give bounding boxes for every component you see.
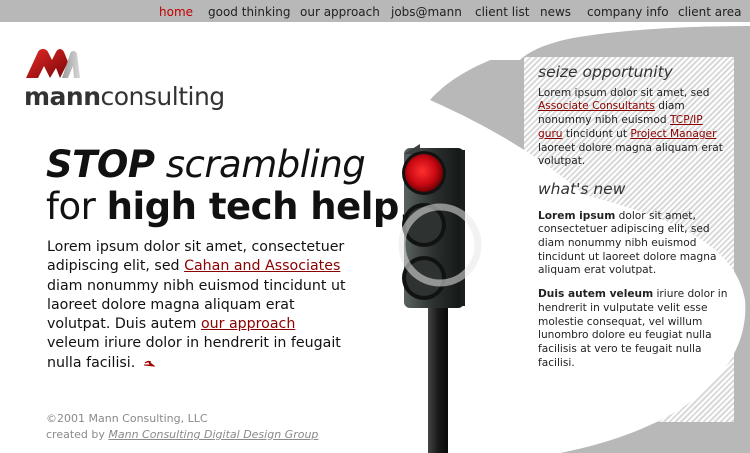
credit-prefix: created by [46, 428, 109, 441]
logo-wordmark[interactable]: mannconsulting [24, 82, 225, 111]
nav-home[interactable]: home [159, 5, 193, 19]
seize-opportunity-text: Lorem ipsum dolor sit amet, sed Associat… [538, 87, 728, 169]
section-title-whats-new: what's new [538, 179, 626, 198]
mann-logo-icon[interactable] [24, 46, 84, 82]
news-item-2-bold: Duis autem veleum [538, 288, 654, 301]
nav-client-area[interactable]: client area [678, 5, 742, 19]
link-cahan-associates[interactable]: Cahan and Associates [184, 258, 340, 274]
news-item-2-text: iriure dolor in hendrerit in vulputate v… [538, 288, 728, 369]
headline-line2: for high tech help. [46, 185, 411, 228]
intro-paragraph: Lorem ipsum dolor sit amet, consectetuer… [47, 238, 352, 373]
nav-our-approach[interactable]: our approach [300, 5, 380, 19]
sidebar: seize opportunity Lorem ipsum dolor sit … [538, 63, 728, 370]
section-title-seize-opportunity: seize opportunity [538, 63, 673, 81]
news-item-1-bold: Lorem ipsum [538, 209, 616, 222]
s1-text-3: tincidunt ut [562, 127, 631, 140]
copyright-text: ©2001 Mann Consulting, LLC [46, 412, 208, 425]
top-navigation: home good thinking our approach jobs@man… [0, 0, 750, 22]
link-our-approach[interactable]: our approach [201, 316, 295, 332]
headline-stop: STOP [46, 143, 155, 186]
news-item-1: Lorem ipsum dolor sit amet, consectetuer… [538, 210, 728, 279]
headline-high-tech-help: high tech help [106, 185, 400, 228]
link-project-manager[interactable]: Project Manager [630, 128, 716, 140]
nav-client-list[interactable]: client list [475, 5, 529, 19]
nav-good-thinking[interactable]: good thinking [208, 5, 291, 19]
logo-text-light: consulting [100, 82, 226, 111]
link-associate-consultants[interactable]: Associate Consultants [538, 100, 655, 112]
traffic-light-image [398, 144, 482, 453]
intro-text-2: diam nonummy nibh euismod tincidunt ut l… [47, 277, 346, 333]
link-design-group[interactable]: Mann Consulting Digital Design Group [108, 428, 318, 441]
headline-scrambling: scrambling [154, 143, 366, 186]
logo-text-bold: mann [24, 82, 101, 111]
intro-text-3: veleum iriure dolor in hendrerit in feug… [47, 335, 341, 371]
news-item-2: Duis autem veleum iriure dolor in hendre… [538, 288, 728, 370]
s1-text-1: Lorem ipsum dolor sit amet, sed [538, 86, 710, 99]
headline-line1: STOP scrambling [46, 143, 366, 186]
footer: ©2001 Mann Consulting, LLC created by Ma… [46, 411, 318, 443]
headline-for: for [46, 185, 107, 228]
credit-line: created by Mann Consulting Digital Desig… [46, 427, 318, 443]
s1-text-4: laoreet dolore magna aliquam erat volutp… [538, 141, 723, 168]
arrow-icon[interactable] [143, 359, 156, 367]
nav-news[interactable]: news [540, 5, 571, 19]
nav-jobs[interactable]: jobs@mann [391, 5, 462, 19]
nav-company-info[interactable]: company info [587, 5, 669, 19]
